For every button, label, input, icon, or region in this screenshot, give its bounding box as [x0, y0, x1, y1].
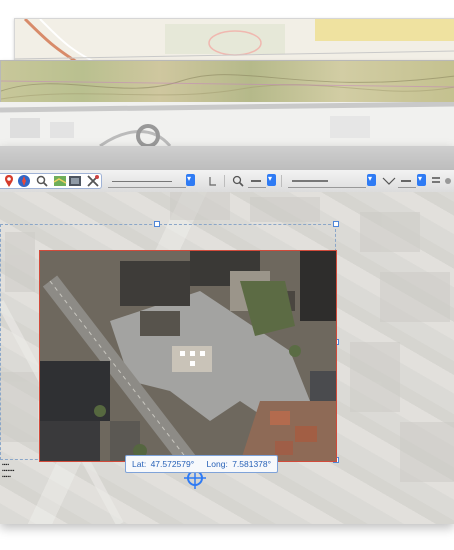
width-select[interactable]	[398, 174, 416, 188]
long-label: Long:	[206, 459, 228, 469]
width-preview	[401, 180, 411, 182]
terrain-map-graphic	[1, 74, 454, 100]
street-map-graphic	[0, 102, 454, 146]
view-icon[interactable]	[442, 174, 454, 188]
toolbar-separator	[224, 175, 225, 187]
logo-mark: ▪▪▪▪ ▪▪▪▪▪▪▪ ▪▪▪▪▪	[2, 462, 15, 480]
tools-icon[interactable]	[86, 174, 100, 188]
map-pin-icon[interactable]	[2, 174, 16, 188]
compass-icon[interactable]	[17, 174, 31, 188]
resize-handle-top[interactable]	[154, 221, 160, 227]
style-select-arrow[interactable]	[186, 174, 195, 186]
aerial-image-content	[40, 251, 336, 461]
zoom-preview	[251, 180, 261, 182]
toolbar-separator	[281, 175, 282, 187]
aerial-image[interactable]	[39, 250, 337, 462]
app-window: Lat: 47.572579° Long: 7.581378° ▪▪▪▪▪▪▪▪…	[0, 146, 454, 524]
map-sheet-streets	[0, 102, 454, 147]
zoom-select[interactable]	[248, 174, 266, 188]
style-select[interactable]	[108, 174, 186, 188]
line-style-preview	[292, 180, 328, 182]
search-icon[interactable]	[35, 174, 49, 188]
lat-value: 47.572579°	[150, 459, 195, 469]
style-line-preview	[112, 181, 172, 182]
coordinate-readout: Lat: 47.572579° Long: 7.581378°	[125, 455, 279, 473]
map-icon[interactable]	[53, 174, 67, 188]
photo-icon[interactable]	[68, 174, 82, 188]
long-value: 7.581378°	[232, 459, 272, 469]
map-sheet-terrain	[0, 60, 454, 107]
width-select-arrow[interactable]	[417, 174, 426, 186]
window-titlebar[interactable]	[0, 146, 454, 171]
zoom-select-arrow[interactable]	[267, 174, 276, 186]
line-style-select-arrow[interactable]	[367, 174, 376, 186]
line-style-select[interactable]	[288, 174, 366, 188]
toolbar	[0, 170, 454, 193]
resize-handle-top-right[interactable]	[333, 221, 339, 227]
rotate-icon[interactable]	[206, 174, 220, 188]
line-icon[interactable]	[382, 174, 396, 188]
lat-label: Lat:	[132, 459, 147, 469]
map-canvas[interactable]: Lat: 47.572579° Long: 7.581378° ▪▪▪▪ ▪▪▪▪…	[0, 192, 454, 524]
zoom-icon[interactable]	[231, 174, 245, 188]
